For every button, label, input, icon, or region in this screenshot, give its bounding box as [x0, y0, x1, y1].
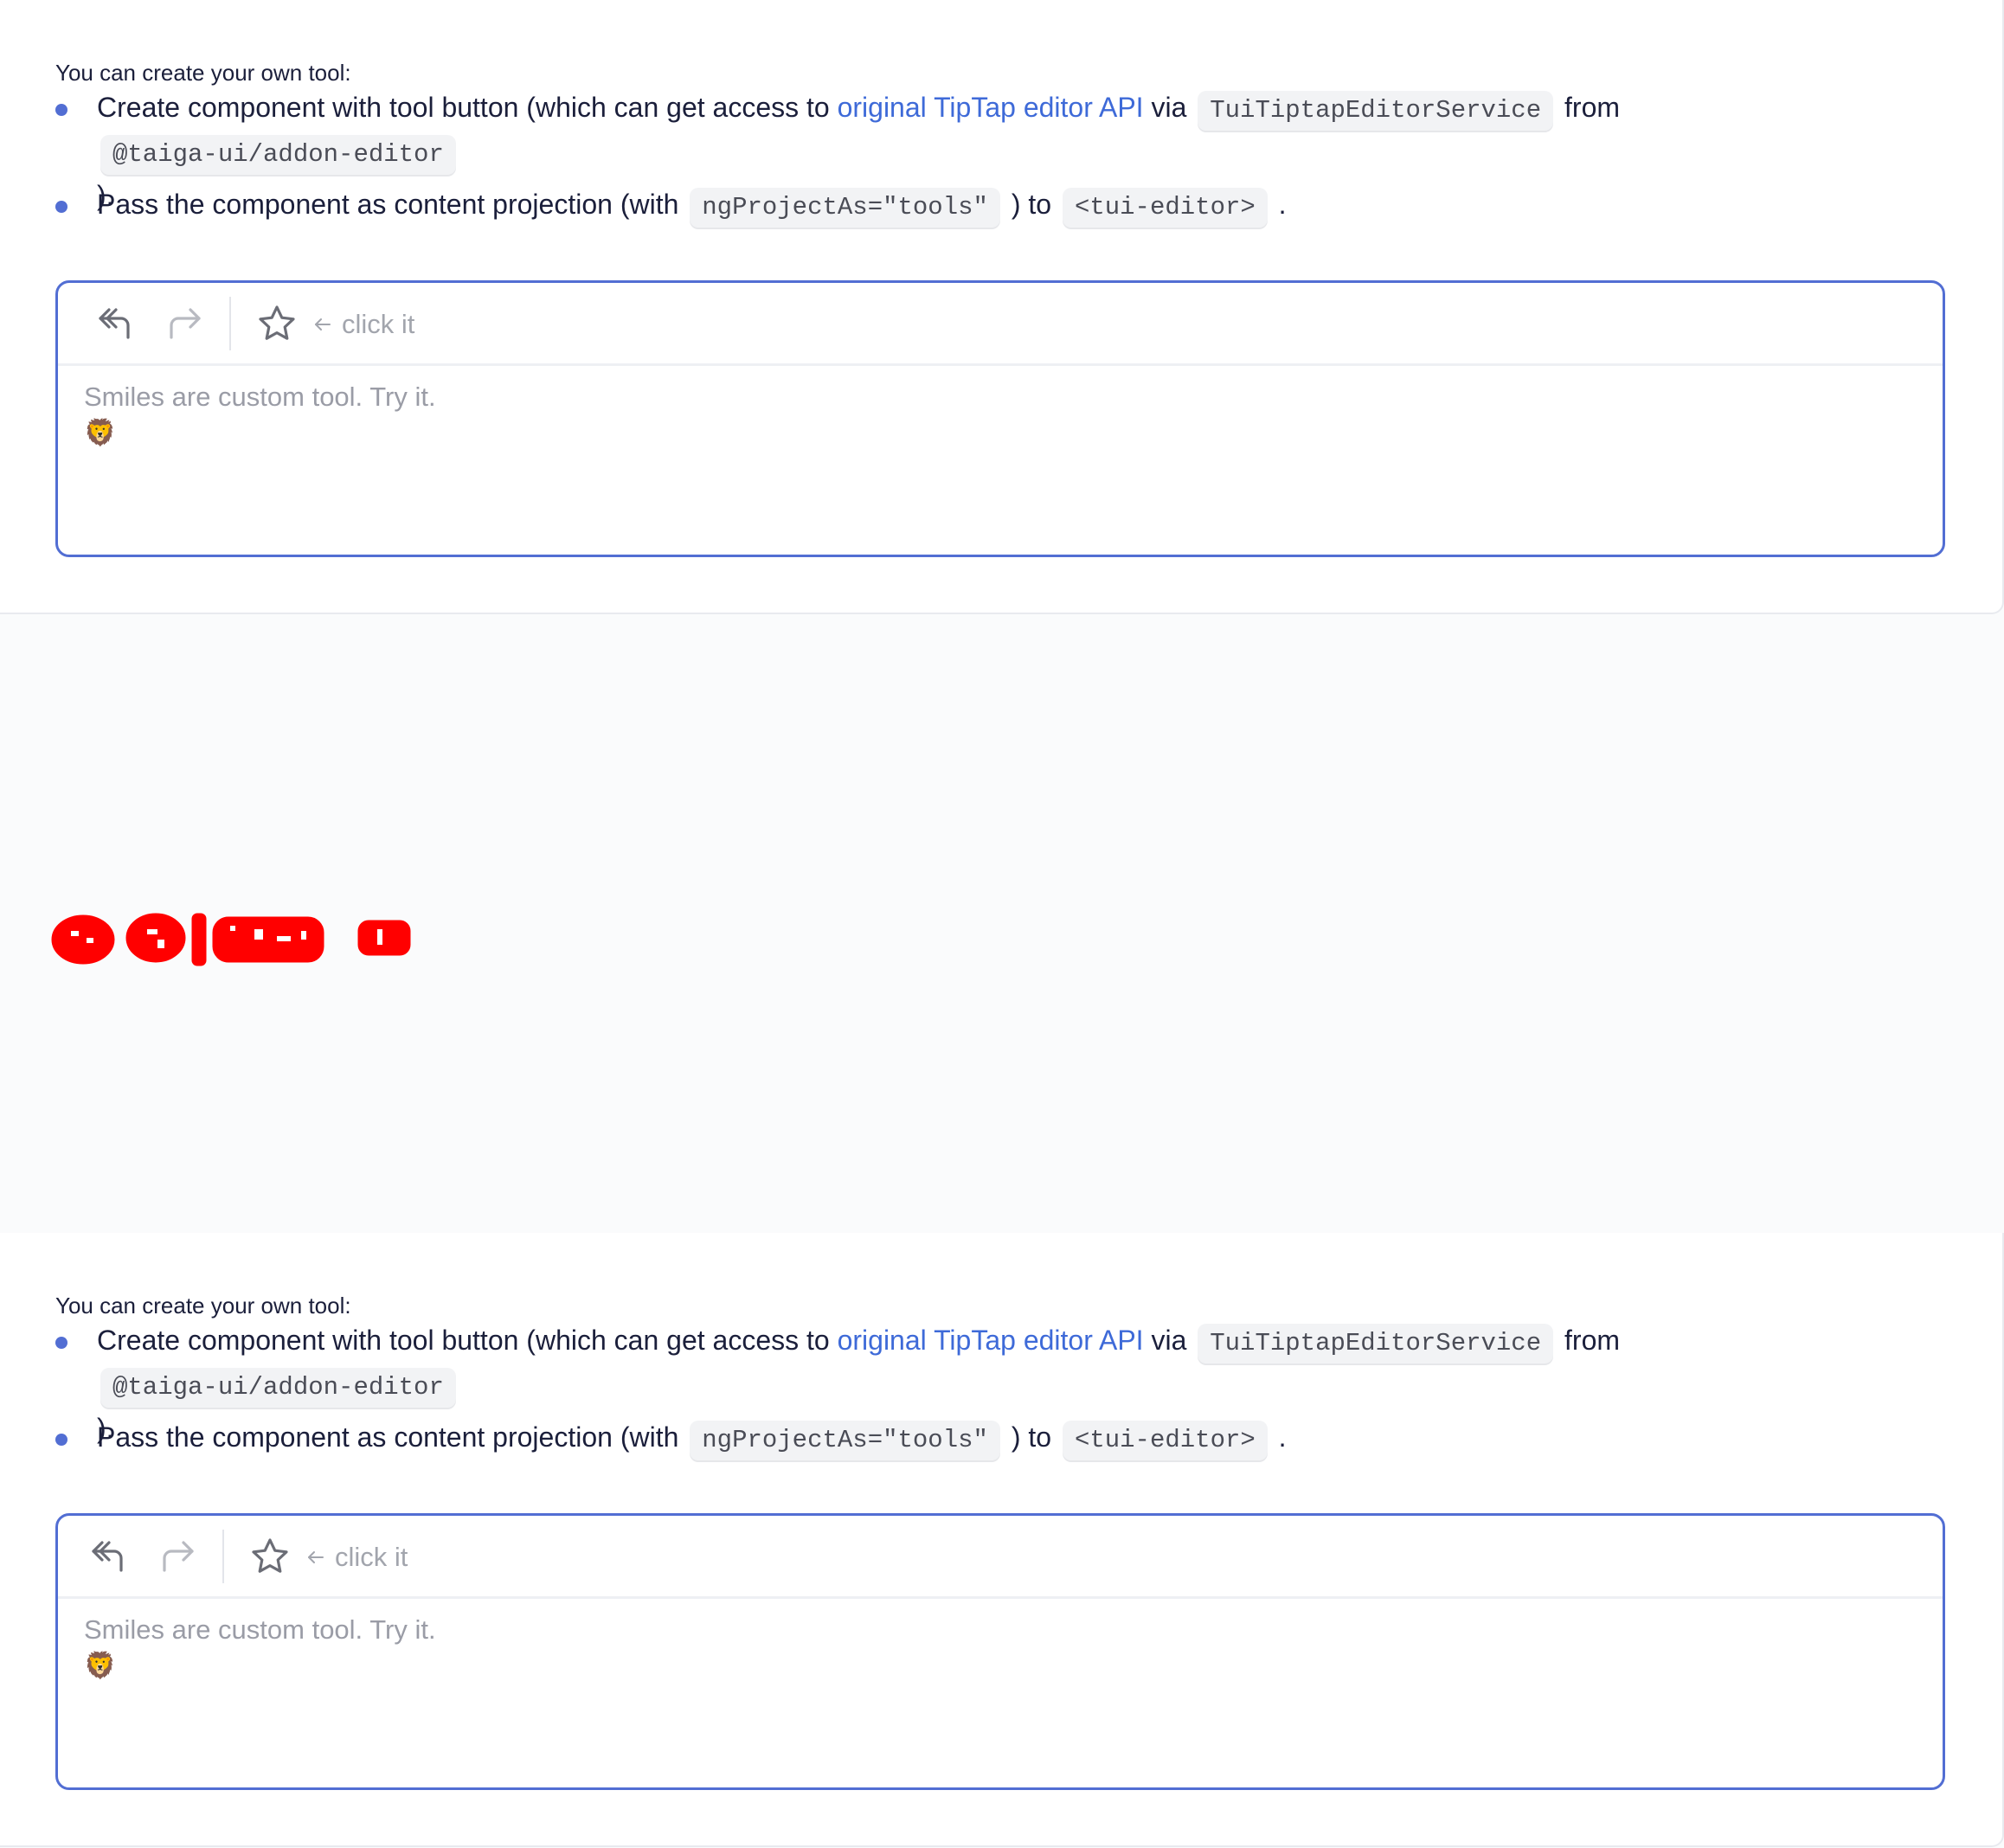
editor-paragraph: Smiles are custom tool. Try it. [84, 382, 436, 412]
annotation-blob [191, 913, 207, 966]
steps-list: Create component with tool button (which… [55, 87, 1959, 228]
undo-button[interactable] [84, 1533, 131, 1580]
step-text: via [1143, 1325, 1195, 1356]
inline-code: TuiTiptapEditorService [1198, 91, 1554, 131]
redo-icon [170, 308, 201, 339]
smiles-tool-button[interactable] [254, 300, 300, 347]
step-text: Pass the component as content projection… [97, 189, 687, 220]
editor[interactable]: click it Smiles are custom tool. Try it.… [55, 280, 1945, 557]
annotation-speck [301, 931, 306, 940]
annotation-speck [87, 938, 93, 943]
editor-toolbar: click it [58, 1516, 1943, 1599]
step-text: . [1270, 1421, 1287, 1453]
undo-button[interactable] [91, 300, 138, 347]
step-text: via [1143, 92, 1195, 123]
arrow-left-icon [315, 318, 331, 330]
toolbar-divider [222, 1530, 224, 1583]
step-text: Create component with tool button (which… [97, 1325, 838, 1356]
inline-code: ngProjectAs="tools" [690, 188, 1000, 228]
arrow-left-icon [308, 1551, 324, 1563]
tiptap-api-link[interactable]: original TipTap editor API [838, 1325, 1144, 1356]
annotation-speck [254, 929, 263, 940]
annotation-speck [157, 940, 164, 948]
inline-code: TuiTiptapEditorService [1198, 1324, 1554, 1364]
intro-text: You can create your own tool: [55, 60, 351, 86]
smiles-tool-button[interactable] [247, 1533, 293, 1580]
editor[interactable]: click it Smiles are custom tool. Try it.… [55, 1513, 1945, 1790]
redo-button[interactable] [162, 300, 209, 347]
click-it-hint: click it [312, 307, 414, 342]
intro-text: You can create your own tool: [55, 1293, 351, 1319]
tiptap-api-link[interactable]: original TipTap editor API [838, 92, 1144, 123]
demo-card: You can create your own tool: Create com… [0, 1233, 2004, 1847]
annotation-speck [71, 931, 79, 936]
step-text: Pass the component as content projection… [97, 1421, 687, 1453]
editor-content[interactable]: Smiles are custom tool. Try it. 🦁 [84, 1613, 436, 1685]
annotation-blob [357, 920, 411, 956]
steps-list: Create component with tool button (which… [55, 1319, 1959, 1460]
redo-icon [163, 1541, 194, 1572]
click-it-hint: click it [305, 1540, 408, 1575]
annotation-blob [212, 916, 324, 963]
list-item: Create component with tool button (which… [55, 1319, 1959, 1444]
annotation-speck [147, 929, 157, 934]
red-highlight-annotation [51, 913, 411, 966]
editor-content[interactable]: Smiles are custom tool. Try it. 🦁 [84, 380, 436, 452]
inline-code: ngProjectAs="tools" [690, 1421, 1000, 1460]
annotation-blob [51, 914, 115, 965]
undo-icon [92, 1541, 123, 1572]
list-item: Create component with tool button (which… [55, 87, 1959, 211]
inline-code: <tui-editor> [1062, 1421, 1268, 1460]
lion-emoji: 🦁 [84, 419, 117, 447]
inline-code: @taiga-ui/addon-editor [100, 1368, 456, 1408]
undo-icon [99, 308, 130, 339]
toolbar-divider [229, 297, 231, 350]
list-item: Pass the component as content projection… [55, 1416, 1959, 1460]
annotation-speck [230, 926, 235, 931]
editor-toolbar: click it [58, 283, 1943, 366]
list-item: Pass the component as content projection… [55, 183, 1959, 228]
step-text: ) to [1003, 189, 1059, 220]
star-icon [259, 305, 295, 340]
step-text: Create component with tool button (which… [97, 92, 838, 123]
star-icon [252, 1538, 288, 1573]
demo-card: You can create your own tool: Create com… [0, 0, 2004, 614]
hint-label: click it [342, 309, 415, 339]
lion-emoji: 🦁 [84, 1652, 117, 1680]
inline-code: @taiga-ui/addon-editor [100, 135, 456, 175]
annotation-speck [377, 929, 382, 945]
hint-label: click it [335, 1542, 408, 1572]
annotation-speck [277, 936, 291, 941]
inline-code: <tui-editor> [1062, 188, 1268, 228]
step-text: . [1270, 189, 1287, 220]
step-text: from [1557, 1325, 1621, 1356]
step-text: ) to [1003, 1421, 1059, 1453]
annotation-blob [125, 913, 186, 963]
redo-button[interactable] [155, 1533, 202, 1580]
step-text: from [1557, 92, 1621, 123]
editor-paragraph: Smiles are custom tool. Try it. [84, 1614, 436, 1645]
